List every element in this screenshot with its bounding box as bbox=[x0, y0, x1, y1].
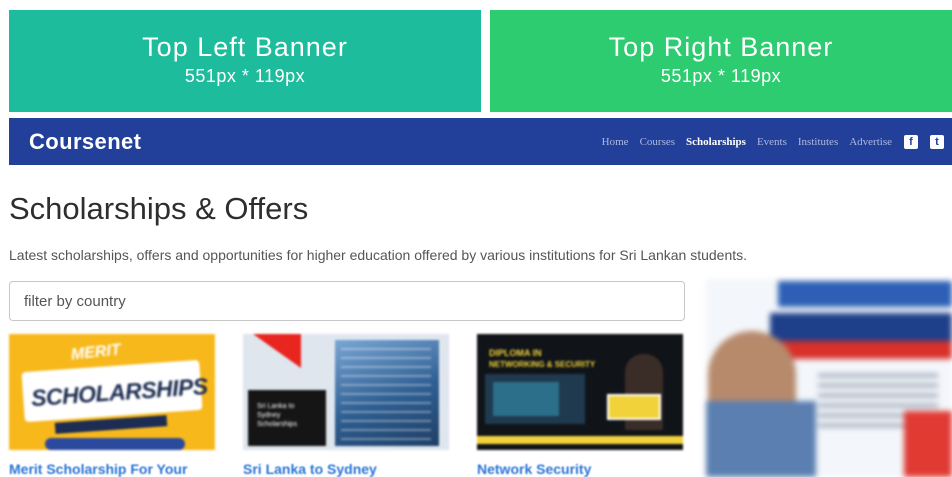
filter-country-input[interactable] bbox=[9, 281, 685, 321]
top-right-banner[interactable]: Top Right Banner 551px * 119px bbox=[490, 10, 952, 112]
scholarship-card[interactable]: Sri Lanka to Sydney Scholarships Sri Lan… bbox=[243, 334, 453, 477]
sidebar-advertisement[interactable] bbox=[706, 279, 952, 477]
nav-link-scholarships[interactable]: Scholarships bbox=[686, 136, 746, 148]
navbar: Coursenet Home Courses Scholarships Even… bbox=[9, 118, 952, 165]
page-title: Scholarships & Offers bbox=[9, 191, 309, 226]
banner-size: 551px * 119px bbox=[660, 66, 782, 86]
nav-link-events[interactable]: Events bbox=[757, 136, 787, 148]
twitter-icon[interactable]: t bbox=[930, 134, 944, 149]
nav-link-home[interactable]: Home bbox=[602, 136, 629, 148]
top-left-banner[interactable]: Top Left Banner 551px * 119px bbox=[9, 10, 481, 112]
card-title-link[interactable]: Sri Lanka to Sydney bbox=[243, 461, 377, 477]
banner-size: 551px * 119px bbox=[184, 66, 306, 86]
banner-title: Top Left Banner bbox=[142, 32, 348, 62]
nav-link-courses[interactable]: Courses bbox=[640, 136, 675, 148]
nav-link-institutes[interactable]: Institutes bbox=[798, 136, 838, 148]
card-thumbnail[interactable]: Sri Lanka to Sydney Scholarships bbox=[243, 334, 449, 450]
nav-links: Home Courses Scholarships Events Institu… bbox=[591, 118, 944, 165]
scholarship-card[interactable]: MERIT SCHOLARSHIPS Merit Scholarship For… bbox=[9, 334, 219, 477]
banner-title: Top Right Banner bbox=[608, 32, 834, 62]
brand-logo[interactable]: Coursenet bbox=[29, 129, 141, 155]
card-thumbnail[interactable]: MERIT SCHOLARSHIPS bbox=[9, 334, 215, 450]
card-title-link[interactable]: Merit Scholarship For Your bbox=[9, 461, 187, 477]
card-title-link[interactable]: Network Security bbox=[477, 461, 591, 477]
scholarship-card[interactable]: DIPLOMA IN NETWORKING & SECURITY Network… bbox=[477, 334, 687, 477]
facebook-icon[interactable]: f bbox=[904, 134, 918, 149]
nav-link-advertise[interactable]: Advertise bbox=[849, 136, 892, 148]
page-description: Latest scholarships, offers and opportun… bbox=[9, 247, 748, 263]
card-thumbnail[interactable]: DIPLOMA IN NETWORKING & SECURITY bbox=[477, 334, 683, 450]
